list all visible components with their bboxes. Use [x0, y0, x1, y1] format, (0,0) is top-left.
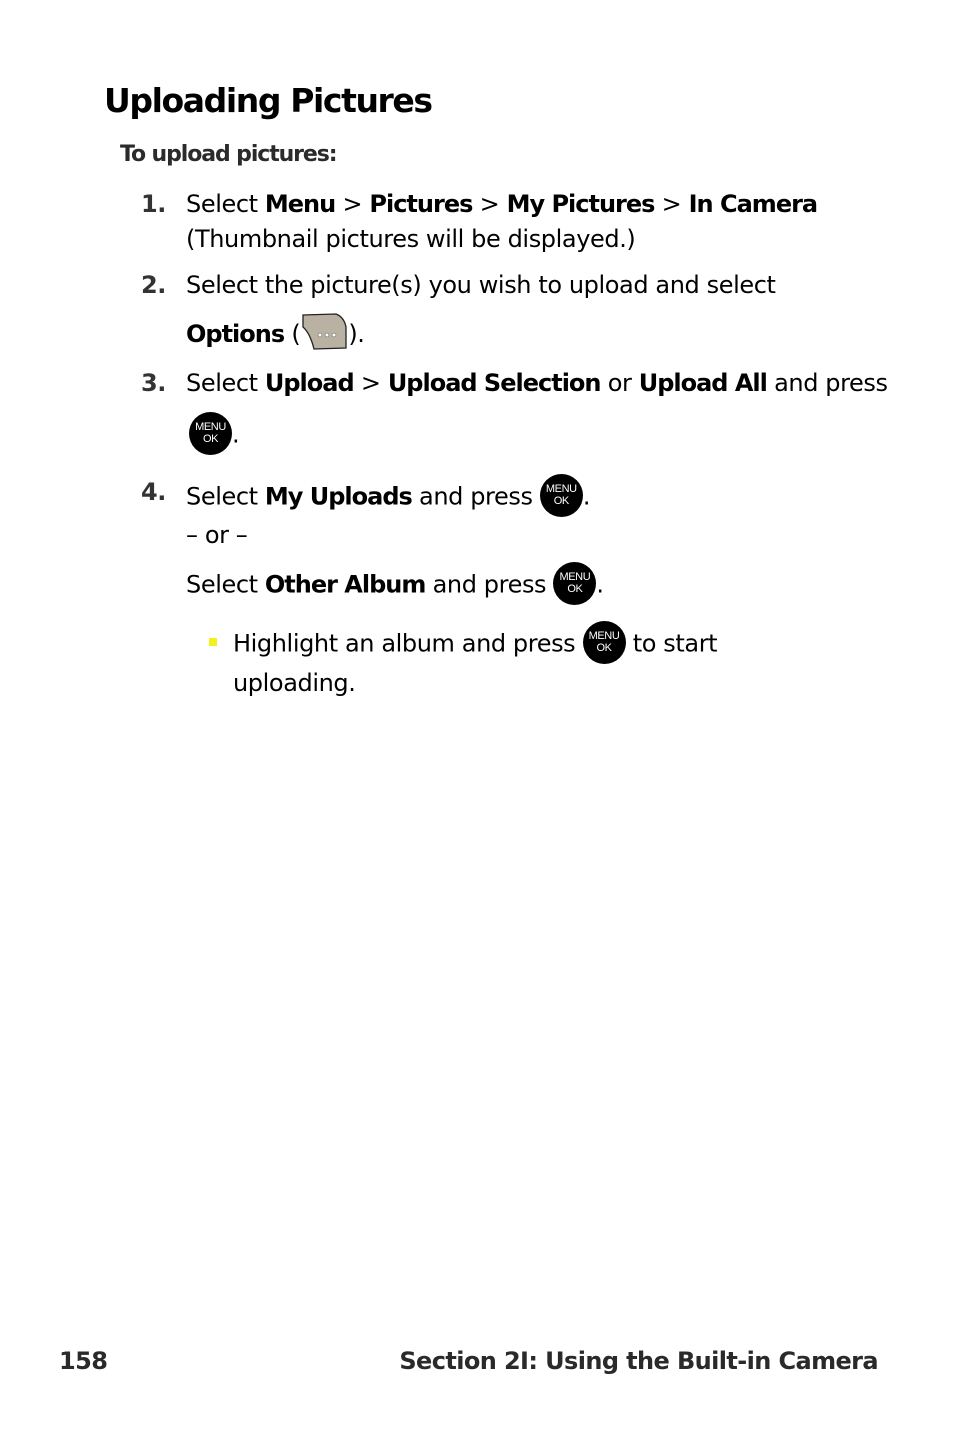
step-2-line-2: Options (). — [186, 313, 365, 354]
step-2-line-1: Select the picture(s) you wish to upload… — [186, 271, 776, 299]
bullet-line-1: Highlight an album and press MENU OK to s… — [233, 621, 718, 666]
page-title: Uploading Pictures — [104, 81, 433, 120]
step-1-line-1: Select Menu > Pictures > My Pictures > I… — [186, 190, 818, 218]
bullet-line-2: uploading. — [233, 669, 356, 697]
or-separator: – or – — [186, 521, 248, 549]
menu-path-my-pictures: My Pictures — [506, 190, 656, 218]
procedure-heading: To upload pictures: — [120, 142, 338, 167]
menu-path-menu: Menu — [264, 190, 336, 218]
menu-path-upload-all: Upload All — [638, 369, 768, 397]
step-number: 1. — [141, 190, 166, 218]
menu-path-upload: Upload — [264, 369, 355, 397]
step-4-alt-line: Select Other Album and press MENU OK. — [186, 562, 604, 607]
menu-path-in-camera: In Camera — [688, 190, 818, 218]
menu-path-pictures: Pictures — [369, 190, 473, 218]
step-number: 4. — [141, 478, 166, 506]
bullet-icon — [209, 638, 217, 646]
step-number: 3. — [141, 369, 166, 397]
section-title: Section 2I: Using the Built-in Camera — [399, 1347, 878, 1375]
menu-ok-key-icon: MENU OK — [539, 474, 583, 517]
step-3-line-2: MENU OK. — [189, 412, 240, 457]
step-3-line-1: Select Upload > Upload Selection or Uplo… — [186, 369, 888, 397]
step-1-line-2: (Thumbnail pictures will be displayed.) — [186, 225, 636, 253]
menu-ok-key-icon: MENU OK — [582, 621, 626, 664]
options-label: Options — [186, 320, 285, 348]
menu-ok-key-icon: MENU OK — [553, 562, 597, 605]
menu-ok-key-icon: MENU OK — [189, 412, 232, 455]
menu-path-other-album: Other Album — [264, 570, 427, 599]
step-4-line-1: Select My Uploads and press MENU OK. — [186, 474, 590, 519]
options-softkey-icon — [300, 313, 348, 351]
menu-path-upload-selection: Upload Selection — [387, 369, 602, 397]
page-number: 158 — [59, 1347, 108, 1375]
menu-path-my-uploads: My Uploads — [264, 482, 413, 511]
step-number: 2. — [141, 271, 166, 299]
